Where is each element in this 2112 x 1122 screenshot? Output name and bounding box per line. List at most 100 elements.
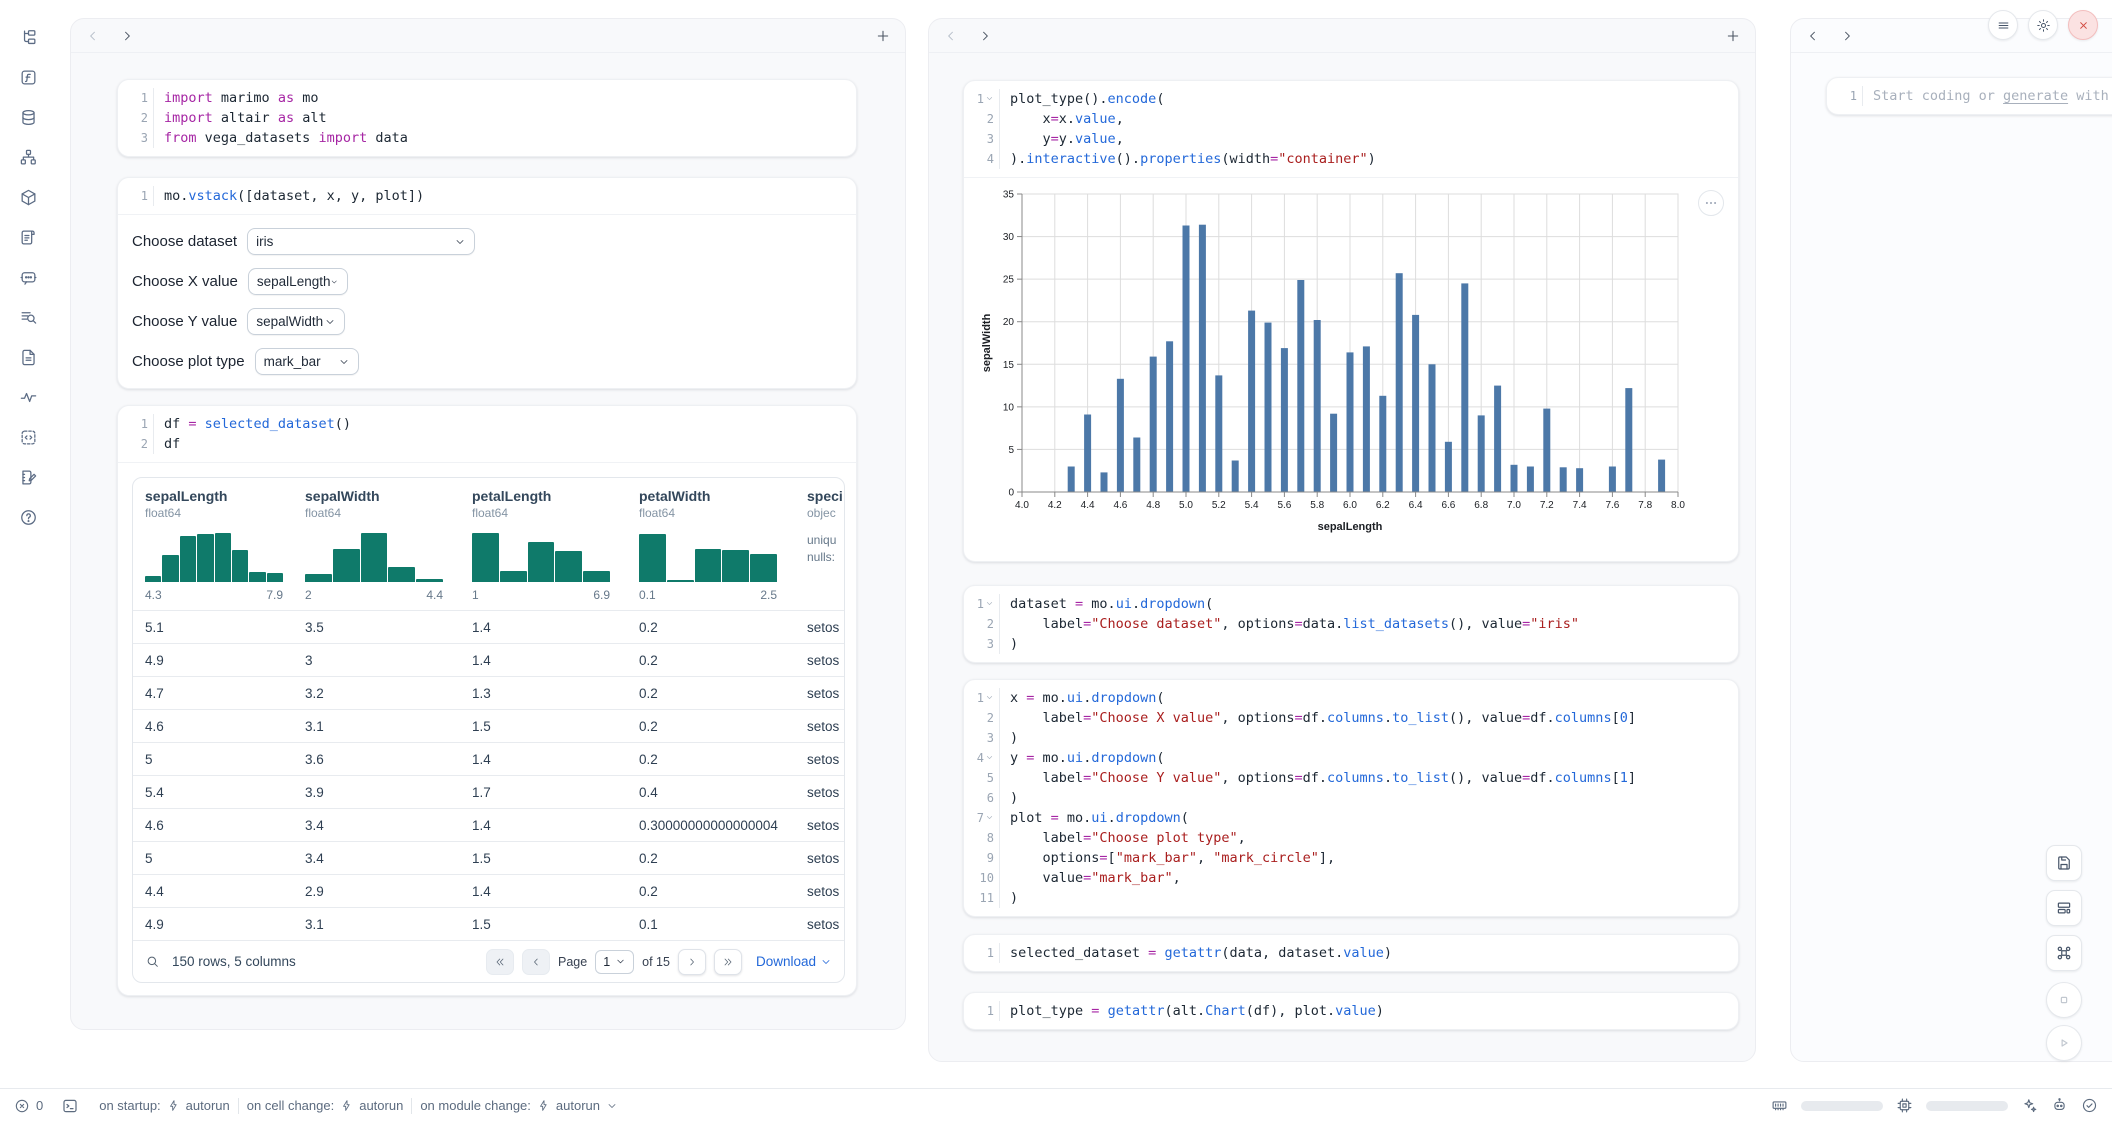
fold-toggle[interactable]: [985, 594, 994, 614]
bar[interactable]: [1215, 375, 1222, 492]
add-cell-button[interactable]: [1723, 26, 1743, 46]
fold-toggle[interactable]: [985, 89, 994, 109]
bar[interactable]: [1527, 467, 1534, 493]
menu-button[interactable]: [1988, 10, 2018, 40]
sidebar-item-help[interactable]: [15, 504, 41, 530]
bar[interactable]: [1150, 357, 1157, 492]
bar[interactable]: [1396, 273, 1403, 492]
dropdown-choose-y-value[interactable]: sepalWidth: [247, 308, 345, 335]
bar[interactable]: [1297, 280, 1304, 492]
column-next-button[interactable]: [975, 26, 995, 46]
bar[interactable]: [1330, 414, 1337, 492]
column-prev-button[interactable]: [941, 26, 961, 46]
bar[interactable]: [1543, 409, 1550, 492]
code-editor[interactable]: 1selected_dataset = getattr(data, datase…: [964, 935, 1738, 971]
column-prev-button[interactable]: [1803, 26, 1823, 46]
column-next-button[interactable]: [1837, 26, 1857, 46]
code-editor[interactable]: 1plot_type().encode(2 x=x.value,3 y=y.va…: [964, 81, 1738, 177]
altair-bar-chart[interactable]: 4.04.24.44.64.85.05.25.45.65.86.06.26.46…: [978, 186, 1694, 546]
terminal-button[interactable]: [61, 1097, 79, 1115]
fold-toggle[interactable]: [985, 808, 994, 828]
fold-toggle[interactable]: [985, 748, 994, 768]
bar[interactable]: [1265, 323, 1272, 492]
bar[interactable]: [1281, 348, 1288, 492]
bar[interactable]: [1166, 341, 1173, 492]
code-editor[interactable]: 1x = mo.ui.dropdown(2 label="Choose X va…: [964, 680, 1738, 916]
bar[interactable]: [1248, 311, 1255, 492]
cell-imports[interactable]: 1import marimo as mo2import altair as al…: [117, 79, 857, 157]
code-editor[interactable]: 1import marimo as mo2import altair as al…: [118, 80, 856, 156]
sidebar-item-outline-search[interactable]: [15, 304, 41, 330]
code-placeholder[interactable]: Start coding or generate with AI: [1863, 86, 2112, 106]
sidebar-item-documentation[interactable]: [15, 464, 41, 490]
sidebar-item-database[interactable]: [15, 104, 41, 130]
generate-link[interactable]: generate: [2003, 88, 2068, 104]
bar[interactable]: [1478, 415, 1485, 492]
cell-plot-type[interactable]: 1plot_type = getattr(alt.Chart(df), plot…: [963, 992, 1739, 1030]
save-button[interactable]: [2046, 845, 2082, 881]
bar[interactable]: [1363, 346, 1370, 492]
cell-selected-dataset[interactable]: 1selected_dataset = getattr(data, datase…: [963, 934, 1739, 972]
bar[interactable]: [1232, 461, 1239, 493]
page-prev-button[interactable]: [522, 949, 550, 975]
check-circle-icon[interactable]: [2081, 1097, 2098, 1114]
error-indicator[interactable]: 0: [14, 1098, 43, 1114]
column-name[interactable]: sepalLength: [145, 488, 293, 504]
sidebar-item-file-tree[interactable]: [15, 24, 41, 50]
settings-button[interactable]: [2028, 10, 2058, 40]
bar[interactable]: [1658, 460, 1665, 492]
bar[interactable]: [1101, 472, 1108, 492]
bar[interactable]: [1084, 415, 1091, 493]
bar[interactable]: [1183, 226, 1190, 493]
robot-icon[interactable]: [2051, 1097, 2068, 1114]
column-name[interactable]: petalLength: [472, 488, 627, 504]
bar[interactable]: [1412, 315, 1419, 492]
sidebar-item-snippets[interactable]: [15, 344, 41, 370]
chart-options-button[interactable]: [1698, 190, 1724, 216]
bar[interactable]: [1117, 379, 1124, 492]
autorun-segment[interactable]: on cell change:autorun: [247, 1098, 404, 1113]
bar[interactable]: [1560, 467, 1567, 492]
cell-vstack[interactable]: 1mo.vstack([dataset, x, y, plot]) Choose…: [117, 177, 857, 389]
bar[interactable]: [1347, 352, 1354, 492]
download-button[interactable]: Download: [756, 954, 832, 969]
sidebar-item-ai-chat[interactable]: [15, 264, 41, 290]
layout-button[interactable]: [2046, 890, 2082, 926]
code-editor[interactable]: 1df = selected_dataset()2df: [118, 406, 856, 462]
cell-dataframe[interactable]: 1df = selected_dataset()2df sepalLengthf…: [117, 405, 857, 996]
page-next-button[interactable]: [678, 949, 706, 975]
bar[interactable]: [1133, 438, 1140, 493]
bar[interactable]: [1494, 386, 1501, 492]
bar-chart[interactable]: 4.04.24.44.64.85.05.25.45.65.86.06.26.46…: [978, 186, 1728, 551]
bar[interactable]: [1576, 468, 1583, 492]
sparkles-icon[interactable]: [2021, 1097, 2038, 1114]
bar[interactable]: [1609, 467, 1616, 493]
bar[interactable]: [1461, 283, 1468, 492]
bar[interactable]: [1429, 364, 1436, 492]
dropdown-choose-x-value[interactable]: sepalLength: [248, 268, 348, 295]
cell-xy-plot-dropdowns[interactable]: 1x = mo.ui.dropdown(2 label="Choose X va…: [963, 679, 1739, 917]
shutdown-button[interactable]: [2068, 10, 2098, 40]
cell-empty[interactable]: 1 Start coding or generate with AI: [1826, 77, 2112, 115]
column-name[interactable]: sepalWidth: [305, 488, 460, 504]
bar[interactable]: [1314, 320, 1321, 492]
page-select[interactable]: 1: [595, 950, 634, 974]
sidebar-item-logs[interactable]: [15, 224, 41, 250]
sidebar-item-tracing[interactable]: [15, 384, 41, 410]
sidebar-item-functions[interactable]: [15, 64, 41, 90]
bar[interactable]: [1199, 225, 1206, 492]
bar[interactable]: [1511, 465, 1518, 492]
column-next-button[interactable]: [117, 26, 137, 46]
add-cell-button[interactable]: [873, 26, 893, 46]
code-editor[interactable]: 1plot_type = getattr(alt.Chart(df), plot…: [964, 993, 1738, 1029]
page-first-button[interactable]: [486, 949, 514, 975]
code-editor[interactable]: 1mo.vstack([dataset, x, y, plot]): [118, 178, 856, 214]
bar[interactable]: [1625, 388, 1632, 492]
sidebar-item-packages[interactable]: [15, 184, 41, 210]
cell-dataset-dropdown[interactable]: 1dataset = mo.ui.dropdown(2 label="Choos…: [963, 585, 1739, 663]
bar[interactable]: [1379, 396, 1386, 492]
sidebar-item-dependency-graph[interactable]: [15, 144, 41, 170]
keyboard-shortcuts-button[interactable]: [2046, 935, 2082, 971]
autorun-segment[interactable]: on startup:autorun: [99, 1098, 230, 1113]
dropdown-choose-dataset[interactable]: iris: [247, 228, 475, 255]
